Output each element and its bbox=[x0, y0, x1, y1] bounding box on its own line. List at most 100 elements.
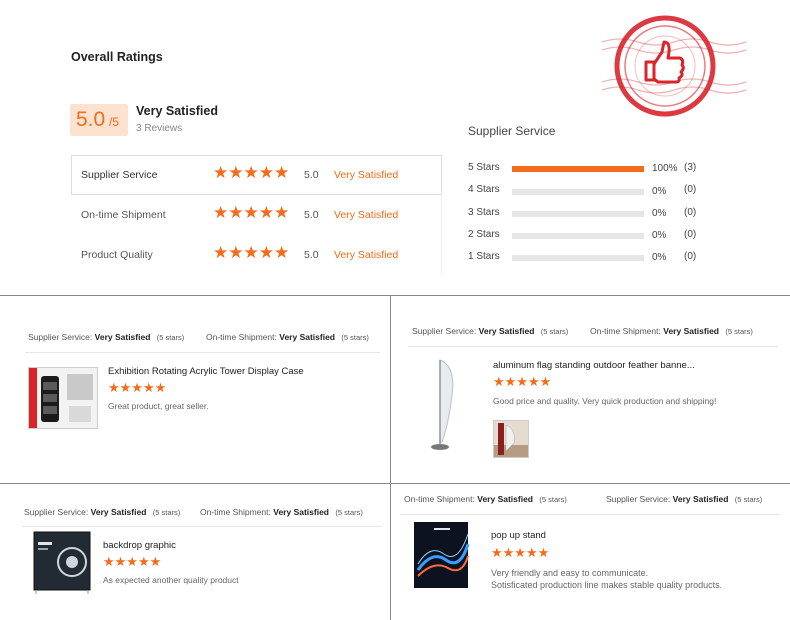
category-stars: ★★★★★ bbox=[213, 163, 290, 182]
distribution-label: 2 Stars bbox=[468, 229, 500, 240]
review-text: Very friendly and easy to communicate. bbox=[491, 568, 649, 578]
review-meta-shipment: On-time Shipment: Very Satisfied (5 star… bbox=[200, 507, 363, 517]
product-thumbnail[interactable] bbox=[412, 356, 478, 452]
meta-label: Supplier Service: bbox=[24, 507, 89, 517]
category-score: 5.0 bbox=[304, 209, 319, 221]
review-meta-supplier: Supplier Service: Very Satisfied (5 star… bbox=[28, 332, 184, 342]
category-stars: ★★★★★ bbox=[213, 203, 290, 222]
meta-label: Supplier Service: bbox=[28, 332, 93, 342]
review-stars: ★★★★★ bbox=[108, 380, 167, 395]
meta-stars: (5 stars) bbox=[539, 495, 567, 504]
distribution-count: (0) bbox=[684, 207, 697, 218]
meta-value: Very Satisfied bbox=[279, 332, 336, 342]
review-meta-supplier: Supplier Service: Very Satisfied (5 star… bbox=[606, 494, 762, 504]
distribution-bar bbox=[512, 189, 644, 195]
meta-label: On-time Shipment: bbox=[404, 494, 475, 504]
distribution-count: (0) bbox=[684, 229, 697, 240]
distribution-percent: 100% bbox=[652, 163, 678, 174]
product-title-link[interactable]: aluminum flag standing outdoor feather b… bbox=[493, 360, 695, 371]
meta-value: Very Satisfied bbox=[663, 326, 720, 336]
category-label: On-time Shipment bbox=[81, 209, 166, 221]
meta-value: Very Satisfied bbox=[672, 494, 729, 504]
distribution-count: (0) bbox=[684, 184, 697, 195]
distribution-count: (0) bbox=[684, 251, 697, 262]
distribution-bar bbox=[512, 211, 644, 217]
category-verdict: Very Satisfied bbox=[334, 209, 399, 221]
overall-score-max: /5 bbox=[109, 115, 120, 129]
distribution-percent: 0% bbox=[652, 208, 667, 219]
product-thumbnail[interactable] bbox=[28, 528, 96, 596]
divider bbox=[22, 526, 382, 527]
distribution-percent: 0% bbox=[652, 186, 667, 197]
divider bbox=[25, 352, 380, 353]
meta-value: Very Satisfied bbox=[478, 326, 535, 336]
review-stars: ★★★★★ bbox=[491, 545, 550, 560]
thumbs-up-stamp-icon bbox=[600, 10, 750, 120]
meta-value: Very Satisfied bbox=[477, 494, 534, 504]
divider bbox=[71, 194, 442, 195]
review-meta-supplier: Supplier Service: Very Satisfied (5 star… bbox=[24, 507, 180, 517]
meta-stars: (5 stars) bbox=[152, 508, 181, 517]
distribution-bar bbox=[512, 166, 644, 172]
review-stars: ★★★★★ bbox=[493, 374, 552, 389]
product-thumbnail[interactable] bbox=[28, 367, 98, 429]
divider bbox=[400, 514, 780, 515]
meta-label: On-time Shipment: bbox=[206, 332, 277, 342]
product-thumbnail[interactable] bbox=[412, 520, 472, 592]
distribution-label: 3 Stars bbox=[468, 207, 500, 218]
section-divider bbox=[390, 295, 391, 620]
meta-label: Supplier Service: bbox=[412, 326, 477, 336]
distribution-label: 5 Stars bbox=[468, 162, 500, 173]
meta-label: Supplier Service: bbox=[606, 494, 671, 504]
meta-label: On-time Shipment: bbox=[200, 507, 271, 517]
distribution-bar bbox=[512, 233, 644, 239]
meta-stars: (5 stars) bbox=[734, 495, 763, 504]
category-stars: ★★★★★ bbox=[213, 243, 290, 262]
divider bbox=[71, 155, 72, 195]
category-verdict: Very Satisfied bbox=[334, 249, 399, 261]
distribution-bar bbox=[512, 255, 644, 261]
overall-ratings-title: Overall Ratings bbox=[71, 50, 163, 64]
distribution-percent: 0% bbox=[652, 230, 667, 241]
divider bbox=[441, 155, 442, 195]
review-photo[interactable] bbox=[493, 420, 529, 458]
divider bbox=[441, 194, 442, 274]
section-divider bbox=[0, 295, 790, 296]
meta-value: Very Satisfied bbox=[90, 507, 147, 517]
product-title-link[interactable]: pop up stand bbox=[491, 530, 546, 541]
review-meta-shipment: On-time Shipment: Very Satisfied (5 star… bbox=[590, 326, 753, 336]
review-meta-shipment: On-time Shipment: Very Satisfied (5 star… bbox=[206, 332, 369, 342]
meta-stars: (5 stars) bbox=[156, 333, 185, 342]
meta-stars: (5 stars) bbox=[341, 333, 369, 342]
review-count: 3 Reviews bbox=[136, 123, 183, 134]
product-title-link[interactable]: Exhibition Rotating Acrylic Tower Displa… bbox=[108, 366, 304, 377]
review-text-line2: Sotisficated production line makes stabl… bbox=[491, 580, 723, 590]
category-verdict: Very Satisfied bbox=[334, 169, 399, 181]
review-text: As expected another quality product bbox=[103, 575, 239, 585]
distribution-percent: 0% bbox=[652, 252, 667, 263]
category-score: 5.0 bbox=[304, 169, 319, 181]
category-label: Product Quality bbox=[81, 249, 153, 261]
meta-value: Very Satisfied bbox=[273, 507, 330, 517]
product-title-link[interactable]: backdrop graphic bbox=[103, 540, 176, 551]
meta-stars: (5 stars) bbox=[540, 327, 569, 336]
meta-value: Very Satisfied bbox=[94, 332, 151, 342]
distribution-label: 4 Stars bbox=[468, 184, 500, 195]
overall-verdict: Very Satisfied bbox=[136, 104, 218, 118]
review-text: Great product, great seller. bbox=[108, 401, 209, 411]
overall-score-badge: 5.0 /5 bbox=[70, 104, 128, 136]
divider bbox=[71, 155, 442, 156]
distribution-label: 1 Stars bbox=[468, 251, 500, 262]
meta-stars: (5 stars) bbox=[335, 508, 363, 517]
section-divider bbox=[0, 483, 790, 484]
distribution-bar-fill bbox=[512, 166, 644, 172]
review-text: Good price and quality. Very quick produ… bbox=[493, 396, 717, 406]
meta-stars: (5 stars) bbox=[725, 327, 753, 336]
divider bbox=[408, 346, 778, 347]
distribution-count: (3) bbox=[684, 162, 697, 173]
review-meta-supplier: Supplier Service: Very Satisfied (5 star… bbox=[412, 326, 568, 336]
overall-score: 5.0 bbox=[76, 108, 106, 131]
review-stars: ★★★★★ bbox=[103, 554, 162, 569]
review-meta-shipment: On-time Shipment: Very Satisfied (5 star… bbox=[404, 494, 567, 504]
distribution-title: Supplier Service bbox=[468, 124, 556, 138]
